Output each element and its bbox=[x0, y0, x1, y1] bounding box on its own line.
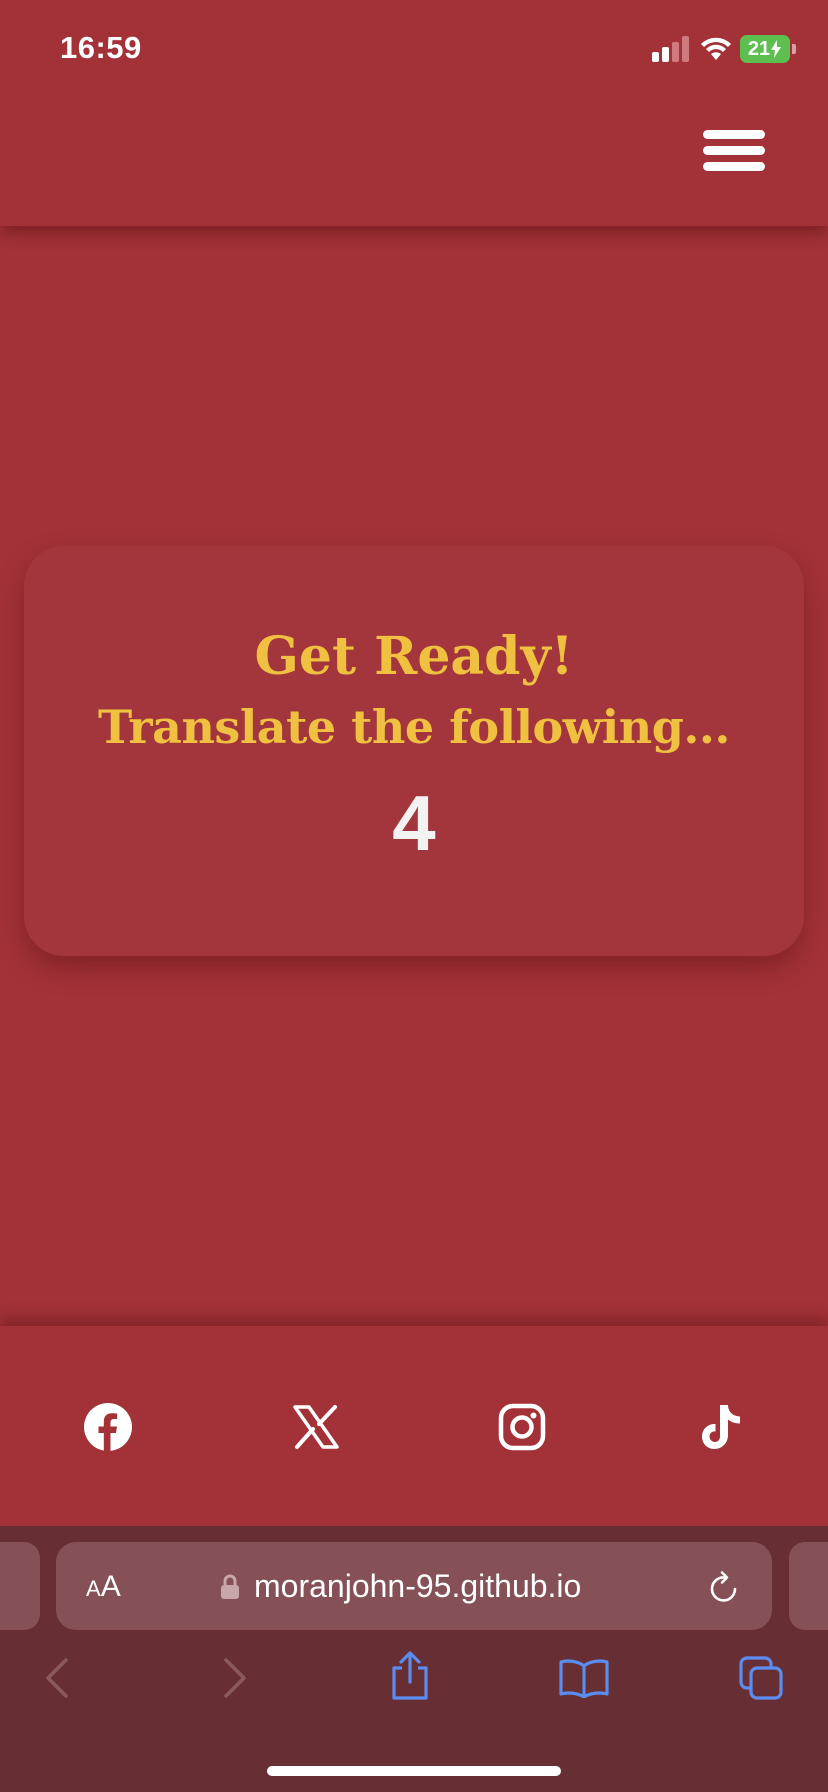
hamburger-menu-icon[interactable] bbox=[703, 130, 765, 172]
reader-aa-button[interactable]: AA bbox=[86, 1570, 121, 1604]
instagram-icon[interactable] bbox=[497, 1402, 547, 1452]
browser-toolbar: AA moranjohn-95.github.io bbox=[0, 1526, 828, 1792]
aa-big: A bbox=[100, 1570, 121, 1603]
reload-icon[interactable] bbox=[708, 1570, 740, 1604]
menu-bar-top bbox=[703, 130, 765, 139]
countdown-card: Get Ready! Translate the following... 4 bbox=[24, 546, 804, 956]
tabs-icon[interactable] bbox=[737, 1654, 785, 1702]
battery-indicator: 21 bbox=[740, 35, 790, 63]
cellular-signal-icon bbox=[652, 36, 689, 62]
status-time: 16:59 bbox=[60, 30, 142, 65]
facebook-icon[interactable] bbox=[83, 1402, 133, 1452]
lock-icon bbox=[221, 1574, 239, 1599]
share-icon[interactable] bbox=[388, 1650, 432, 1702]
home-indicator bbox=[267, 1766, 561, 1776]
countdown-number: 4 bbox=[392, 779, 436, 867]
card-title: Get Ready! bbox=[254, 626, 574, 687]
tiktok-icon[interactable] bbox=[697, 1402, 747, 1452]
menu-bar-bottom bbox=[703, 162, 765, 171]
aa-small: A bbox=[86, 1576, 101, 1601]
battery-level: 21 bbox=[747, 37, 771, 60]
address-bar[interactable]: AA moranjohn-95.github.io bbox=[56, 1542, 772, 1630]
site-footer bbox=[0, 1326, 828, 1526]
next-tab-preview[interactable] bbox=[789, 1542, 828, 1630]
charging-bolt-icon bbox=[771, 40, 782, 58]
back-icon[interactable] bbox=[44, 1656, 70, 1700]
status-bar: 16:59 21 bbox=[0, 0, 828, 100]
battery-nub bbox=[792, 44, 796, 54]
url-text: moranjohn-95.github.io bbox=[254, 1568, 582, 1604]
bookmarks-icon[interactable] bbox=[558, 1658, 610, 1698]
card-subtitle: Translate the following... bbox=[98, 700, 730, 754]
previous-tab-preview[interactable] bbox=[0, 1542, 40, 1630]
x-icon[interactable] bbox=[291, 1402, 341, 1452]
menu-bar-middle bbox=[703, 146, 765, 155]
wifi-icon bbox=[701, 37, 731, 60]
site-header: 16:59 21 bbox=[0, 0, 828, 226]
forward-icon[interactable] bbox=[222, 1656, 248, 1700]
